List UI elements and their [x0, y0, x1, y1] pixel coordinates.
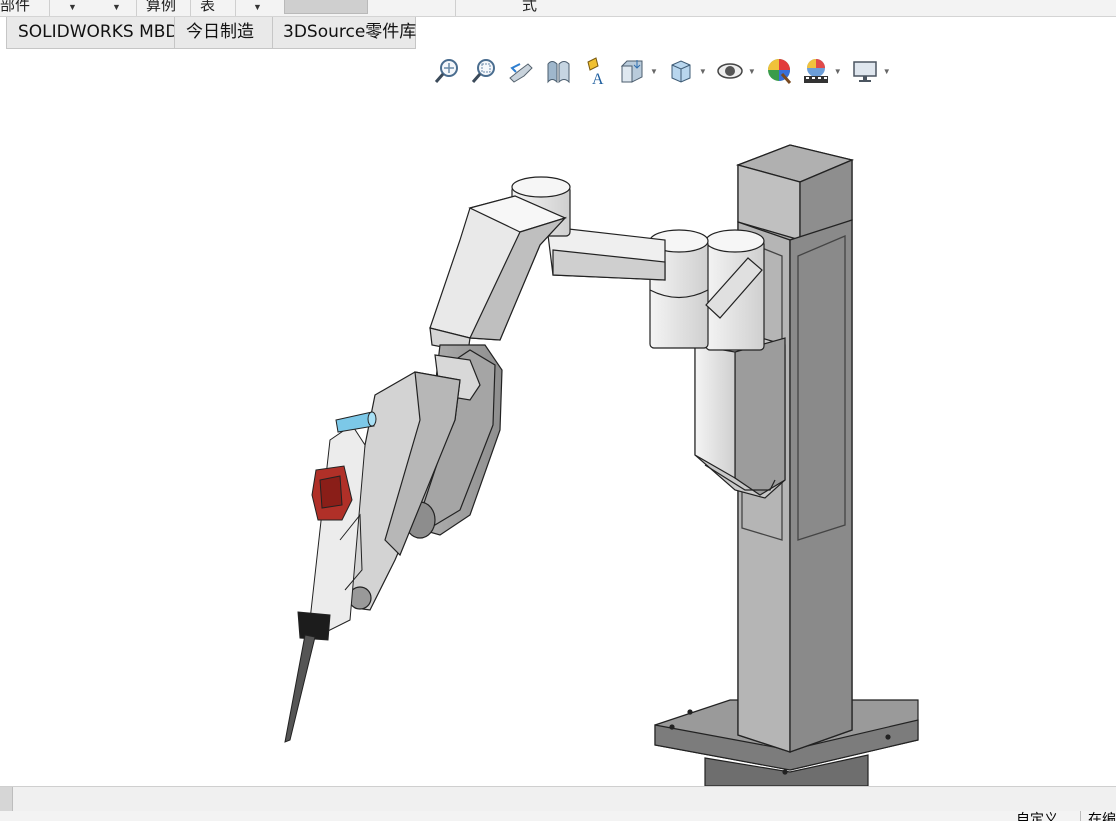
robot-arm-model[interactable] — [0, 90, 1116, 787]
forearm-link — [429, 195, 567, 353]
status-editing: 在编 — [1088, 812, 1116, 821]
ribbon-divider — [190, 0, 191, 16]
tab-solidworks-mbd[interactable]: SOLIDWORKS MBD — [6, 17, 179, 49]
status-bar: 自定义 在编 — [0, 811, 1116, 821]
view-settings-icon[interactable] — [848, 54, 882, 88]
zoom-to-area-icon[interactable] — [467, 54, 501, 88]
ribbon-item-study[interactable]: 算例 — [146, 0, 176, 15]
ribbon-strip: 部件 ▼ ▼ 算例 表 ▼ 式 — [0, 0, 1116, 17]
ribbon-active-tab[interactable] — [284, 0, 368, 14]
svg-text:A: A — [592, 71, 604, 86]
chevron-down-icon[interactable]: ▼ — [699, 67, 707, 76]
ribbon-divider — [49, 0, 50, 16]
horizontal-scrollbar[interactable] — [0, 786, 1116, 812]
carriage-block — [694, 329, 786, 499]
section-view-icon[interactable] — [541, 54, 575, 88]
chevron-down-icon[interactable]: ▼ — [112, 2, 121, 12]
ribbon-divider — [235, 0, 236, 16]
tab-today-manufacturing[interactable]: 今日制造 — [174, 17, 272, 49]
ribbon-divider — [455, 0, 456, 16]
chevron-down-icon[interactable]: ▼ — [650, 67, 658, 76]
zoom-to-fit-icon[interactable] — [430, 54, 464, 88]
previous-view-icon[interactable] — [504, 54, 538, 88]
chevron-down-icon[interactable]: ▼ — [68, 2, 77, 12]
view-orientation-icon[interactable] — [615, 54, 649, 88]
ribbon-divider — [136, 0, 137, 16]
chevron-down-icon[interactable]: ▼ — [834, 67, 842, 76]
hide-show-items-icon[interactable] — [713, 54, 747, 88]
ribbon-item-equation[interactable]: 式 — [522, 0, 537, 15]
scrollbar-thumb[interactable] — [0, 787, 13, 811]
shoulder-joint — [649, 229, 765, 351]
graphics-viewport[interactable] — [0, 90, 1116, 787]
status-custom[interactable]: 自定义 — [1016, 813, 1058, 821]
status-divider — [1080, 811, 1081, 821]
edit-appearance-icon[interactable] — [762, 54, 796, 88]
dynamic-annotation-views-icon[interactable]: A — [578, 54, 612, 88]
tab-3dsource-library[interactable]: 3DSource零件库 — [272, 17, 416, 49]
command-manager-tabs: SOLIDWORKS MBD 今日制造 3DSource零件库 — [6, 17, 416, 49]
chevron-down-icon[interactable]: ▼ — [883, 67, 891, 76]
apply-scene-icon[interactable] — [799, 54, 833, 88]
chevron-down-icon[interactable]: ▼ — [748, 67, 756, 76]
display-style-icon[interactable] — [664, 54, 698, 88]
ribbon-item-table[interactable]: 表 — [200, 0, 215, 15]
heads-up-view-toolbar: A ▼ ▼ ▼ ▼ ▼ — [430, 53, 897, 89]
chevron-down-icon[interactable]: ▼ — [253, 2, 262, 12]
ribbon-item-parts[interactable]: 部件 — [0, 0, 30, 15]
